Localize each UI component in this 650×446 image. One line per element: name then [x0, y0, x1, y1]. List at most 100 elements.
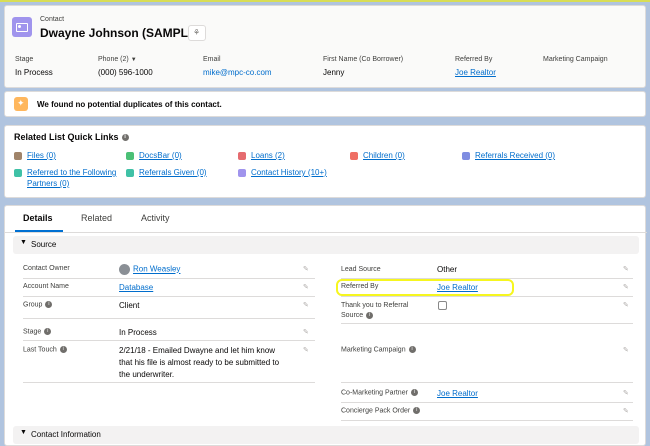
contact-owner-link[interactable]: Ron Weasley	[133, 265, 180, 274]
quick-link-contact-history[interactable]: Contact History (10+)	[238, 167, 327, 178]
duplicates-message: We found no potential duplicates of this…	[37, 100, 222, 109]
info-icon[interactable]: i	[59, 346, 67, 353]
quick-link-referrals-received[interactable]: Referrals Received (0)	[462, 150, 556, 161]
quick-link-children[interactable]: Children (0)	[350, 150, 405, 161]
co-marketing-link[interactable]: Joe Realtor	[437, 389, 478, 398]
field-label-concierge: Concierge Pack Order i	[341, 407, 421, 415]
field-value-co-borrower: Jenny	[323, 68, 345, 77]
section-source-header[interactable]: ▼ Source	[13, 236, 639, 254]
divider	[23, 296, 315, 297]
referred-partners-icon	[14, 169, 22, 177]
referrals-given-icon	[126, 169, 134, 177]
divider	[23, 318, 315, 319]
quick-links-title: Related List Quick Links i	[14, 132, 129, 142]
label-text: Thank you to Referral	[341, 302, 409, 309]
record-title: Dwayne Johnson (SAMPLE)	[40, 26, 201, 40]
quick-link-docsbar[interactable]: DocsBar (0)	[126, 150, 182, 161]
divider	[341, 420, 633, 421]
record-header: Contact Dwayne Johnson (SAMPLE) ⚘ Stage …	[4, 5, 646, 88]
chevron-down-icon: ▼	[20, 239, 27, 246]
label-text: Marketing Campaign	[341, 346, 406, 354]
divider	[23, 382, 315, 383]
field-label-thank-you: Thank you to Referral Source i	[341, 301, 408, 321]
avatar	[119, 264, 130, 275]
divider	[341, 323, 633, 324]
info-icon[interactable]: i	[121, 134, 129, 142]
hierarchy-icon: ⚘	[193, 28, 201, 37]
label-text: Group	[23, 301, 43, 309]
edit-pencil-icon[interactable]: ✎	[623, 283, 629, 291]
quick-link-files[interactable]: Files (0)	[14, 150, 56, 161]
quick-link-label: Contact History (10+)	[251, 168, 327, 177]
hierarchy-button[interactable]: ⚘	[188, 25, 206, 41]
stage-value: In Process	[119, 328, 157, 337]
field-label-referred-by: Referred By	[455, 56, 493, 63]
tab-activity[interactable]: Activity	[141, 213, 170, 223]
tab-divider	[5, 232, 647, 233]
label-text-line2: Source	[341, 312, 364, 319]
info-icon[interactable]: i	[410, 389, 418, 396]
field-value-stage: In Process	[15, 68, 53, 77]
info-icon[interactable]: i	[366, 311, 374, 319]
field-label-account-name: Account Name	[23, 283, 69, 290]
field-label-stage: Stage i	[23, 328, 52, 336]
tab-related[interactable]: Related	[81, 213, 112, 223]
account-name-link[interactable]: Database	[119, 283, 153, 292]
quick-link-label: Files (0)	[27, 151, 56, 160]
divider	[341, 402, 633, 403]
divider	[341, 382, 633, 383]
label-text: Co-Marketing Partner	[341, 389, 408, 397]
quick-link-referred-partners[interactable]: Referred to the Following Partners (0)	[14, 167, 116, 189]
field-label-co-marketing: Co-Marketing Partner i	[341, 389, 418, 396]
edit-pencil-icon[interactable]: ✎	[303, 346, 309, 354]
field-label-group: Group i	[23, 301, 53, 309]
label-text: Stage	[23, 328, 42, 336]
edit-pencil-icon[interactable]: ✎	[623, 265, 629, 273]
chevron-down-icon: ▼	[20, 429, 27, 436]
label-text: Concierge Pack Order	[341, 407, 411, 415]
loans-icon	[238, 152, 246, 160]
edit-pencil-icon[interactable]: ✎	[623, 407, 629, 415]
edit-pencil-icon[interactable]: ✎	[303, 301, 309, 309]
edit-pencil-icon[interactable]: ✎	[623, 301, 629, 309]
field-label-phone: Phone (2)	[98, 56, 129, 63]
edit-pencil-icon[interactable]: ✎	[623, 389, 629, 397]
quick-link-referrals-given[interactable]: Referrals Given (0)	[126, 167, 207, 178]
quick-links-title-text: Related List Quick Links	[14, 132, 119, 142]
quick-link-label: Referrals Received (0)	[475, 151, 556, 160]
email-link[interactable]: mike@mpc-co.com	[203, 68, 272, 77]
phone-dropdown[interactable]: Phone (2) ▼	[98, 56, 137, 63]
tab-details[interactable]: Details	[23, 213, 53, 223]
contact-owner-value: Ron Weasley	[119, 264, 180, 275]
lead-source-value: Other	[437, 265, 458, 274]
info-icon[interactable]: i	[45, 301, 53, 308]
files-icon	[14, 152, 22, 160]
edit-pencil-icon[interactable]: ✎	[303, 283, 309, 291]
label-text: Last Touch	[23, 346, 57, 354]
edit-pencil-icon[interactable]: ✎	[303, 328, 309, 336]
section-title: Source	[31, 240, 57, 249]
quick-link-loans[interactable]: Loans (2)	[238, 150, 285, 161]
info-icon[interactable]: i	[413, 407, 421, 414]
field-label-email: Email	[203, 56, 221, 63]
divider	[23, 340, 315, 341]
contact-history-icon	[238, 169, 246, 177]
duplicates-banner: ✦ We found no potential duplicates of th…	[4, 91, 646, 117]
details-panel: Details Related Activity ▼ Source Contact…	[4, 205, 647, 446]
change-owner-icon[interactable]: ✎	[303, 265, 309, 273]
info-icon[interactable]: i	[408, 346, 416, 353]
last-touch-line1: 2/21/18 - Emailed Dwayne and let him kno…	[119, 346, 276, 355]
referred-by-link[interactable]: Joe Realtor	[455, 68, 496, 77]
children-icon	[350, 152, 358, 160]
group-value: Client	[119, 301, 140, 310]
thank-you-checkbox[interactable]	[438, 301, 447, 310]
field-label-contact-owner: Contact Owner	[23, 265, 70, 272]
edit-pencil-icon[interactable]: ✎	[623, 346, 629, 354]
duplicate-person-icon: ✦	[14, 97, 28, 111]
record-type-label: Contact	[40, 16, 65, 23]
field-label-co-borrower: First Name (Co Borrower)	[323, 56, 404, 63]
info-icon[interactable]: i	[44, 328, 52, 335]
section-contact-info-header[interactable]: ▼ Contact Information	[13, 426, 639, 444]
quick-link-label: Children (0)	[363, 151, 405, 160]
quick-link-label-line2: Partners (0)	[27, 179, 70, 188]
